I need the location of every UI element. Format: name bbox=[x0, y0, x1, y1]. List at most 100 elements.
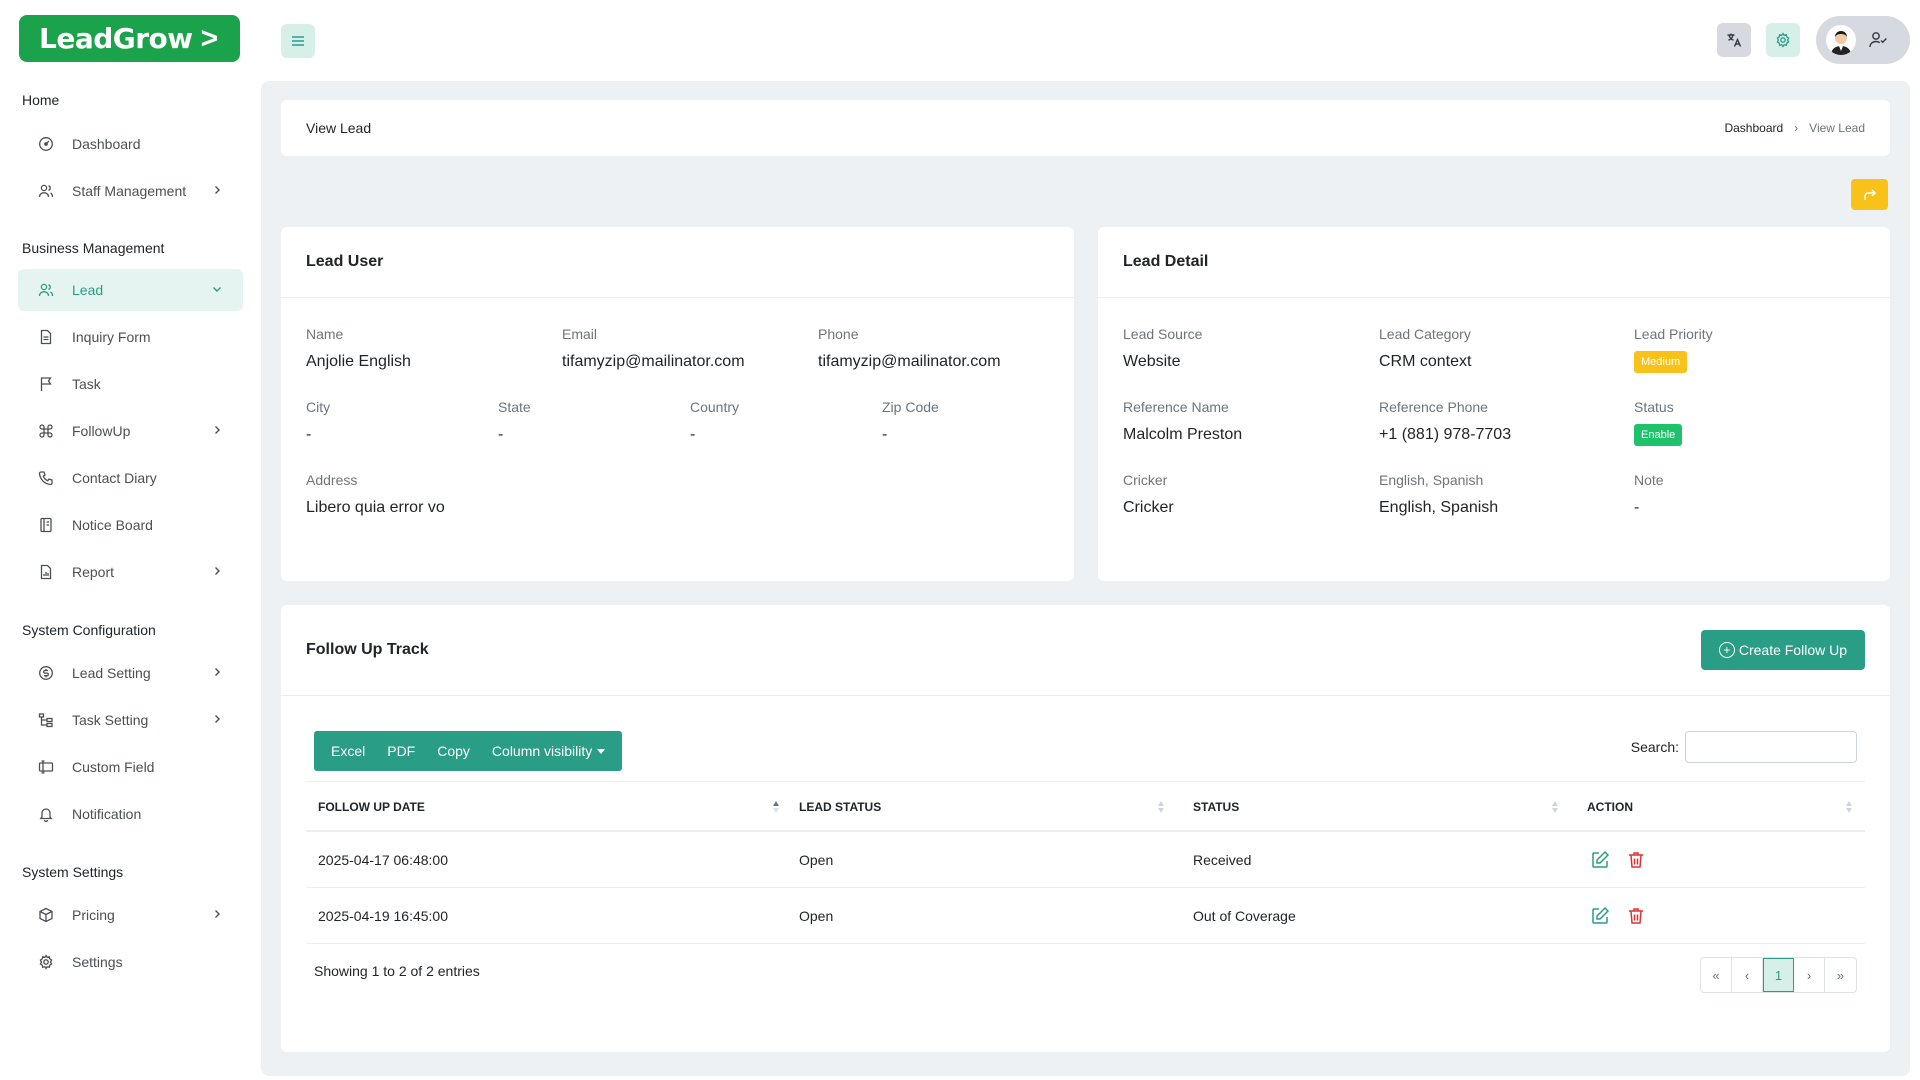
sidebar-item-label: Settings bbox=[72, 954, 123, 970]
sidebar-item-contact-diary[interactable]: Contact Diary bbox=[18, 457, 243, 499]
name-label: Name bbox=[306, 326, 344, 342]
create-follow-up-button[interactable]: + Create Follow Up bbox=[1700, 630, 1865, 670]
table-info: Showing 1 to 2 of 2 entries bbox=[314, 963, 480, 979]
excel-button[interactable]: Excel bbox=[320, 731, 376, 771]
breadcrumb-current: View Lead bbox=[1809, 121, 1865, 135]
breadcrumb-dashboard-link[interactable]: Dashboard bbox=[1724, 121, 1783, 135]
chevron-right-icon bbox=[215, 567, 220, 575]
sidebar-item-report[interactable]: Report bbox=[18, 551, 243, 593]
sidebar-item-task[interactable]: Task bbox=[18, 363, 243, 405]
follow-up-date-cell: 2025-04-19 16:45:00 bbox=[318, 908, 448, 924]
address-value: Libero quia error vo bbox=[306, 499, 445, 516]
column-header-follow-up-date[interactable]: FOLLOW UP DATE bbox=[318, 782, 425, 831]
note-value: - bbox=[1634, 499, 1640, 516]
card-title: Lead User bbox=[306, 253, 384, 270]
status-label: Status bbox=[1634, 399, 1674, 415]
plus-circle-icon: + bbox=[1718, 642, 1735, 658]
create-follow-up-label: Create Follow Up bbox=[1738, 642, 1847, 658]
section-system-settings: System Settings bbox=[22, 864, 124, 880]
sidebar-item-settings[interactable]: Settings bbox=[18, 941, 243, 983]
address-label: Address bbox=[306, 472, 358, 488]
user-menu[interactable] bbox=[1816, 16, 1910, 64]
hamburger-icon bbox=[292, 36, 304, 46]
brand-logo[interactable]: LeadGrow > bbox=[19, 15, 240, 62]
export-button-group: Excel PDF Copy Column visibility bbox=[314, 731, 623, 771]
sidebar-item-label: Staff Management bbox=[72, 183, 187, 199]
avatar bbox=[1826, 25, 1856, 55]
column-header-status[interactable]: STATUS bbox=[1193, 782, 1239, 831]
page-number-button[interactable]: 1 bbox=[1763, 958, 1794, 992]
share-back-button[interactable] bbox=[1851, 179, 1888, 210]
cricker-value: Cricker bbox=[1123, 499, 1174, 516]
sidebar-item-dashboard[interactable]: Dashboard bbox=[18, 123, 243, 165]
sidebar-item-label: Report bbox=[72, 564, 115, 580]
command-icon bbox=[38, 423, 54, 439]
divider bbox=[281, 695, 1890, 696]
trash-icon[interactable] bbox=[1626, 850, 1646, 870]
pdf-button[interactable]: PDF bbox=[376, 731, 426, 771]
search-input[interactable] bbox=[1685, 731, 1857, 763]
divider bbox=[281, 297, 1074, 298]
report-icon bbox=[38, 564, 54, 580]
sidebar-item-label: Pricing bbox=[72, 907, 115, 923]
sidebar-item-label: Task Setting bbox=[72, 712, 149, 728]
breadcrumb: Dashboard › View Lead bbox=[1724, 121, 1865, 135]
zip-code-value: - bbox=[882, 426, 888, 443]
divider bbox=[1098, 297, 1890, 298]
column-visibility-button[interactable]: Column visibility bbox=[481, 731, 616, 771]
chevron-right-icon bbox=[215, 910, 220, 918]
sidebar-item-task-setting[interactable]: Task Setting bbox=[18, 699, 243, 741]
sidebar-item-notice-board[interactable]: Notice Board bbox=[18, 504, 243, 546]
dashboard-icon bbox=[38, 136, 54, 152]
chevron-right-icon bbox=[215, 186, 220, 194]
column-header-action[interactable]: ACTION bbox=[1587, 782, 1633, 831]
trash-icon[interactable] bbox=[1626, 906, 1646, 926]
language-button[interactable] bbox=[1717, 23, 1751, 57]
sidebar-item-followup[interactable]: FollowUp bbox=[18, 410, 243, 452]
languages-label: English, Spanish bbox=[1379, 472, 1484, 488]
card-title: Lead Detail bbox=[1123, 253, 1209, 270]
sidebar-item-custom-field[interactable]: Custom Field bbox=[18, 746, 243, 788]
lead-category-value: CRM context bbox=[1379, 353, 1472, 370]
page-title: View Lead bbox=[306, 120, 372, 136]
edit-icon[interactable] bbox=[1590, 906, 1610, 926]
users-icon bbox=[38, 183, 54, 199]
menu-toggle-button[interactable] bbox=[281, 24, 315, 58]
sort-asc-icon bbox=[773, 801, 779, 813]
lead-priority-label: Lead Priority bbox=[1634, 326, 1713, 342]
state-value: - bbox=[498, 426, 504, 443]
section-system-configuration: System Configuration bbox=[22, 622, 156, 638]
country-value: - bbox=[690, 426, 696, 443]
cricker-label: Cricker bbox=[1123, 472, 1168, 488]
lead-source-label: Lead Source bbox=[1123, 326, 1203, 342]
sidebar-item-inquiry-form[interactable]: Inquiry Form bbox=[18, 316, 243, 358]
column-header-lead-status[interactable]: LEAD STATUS bbox=[799, 782, 881, 831]
sidebar-item-label: Dashboard bbox=[72, 136, 141, 152]
chevron-right-icon: › bbox=[1794, 121, 1799, 135]
page-next-button[interactable]: › bbox=[1794, 958, 1825, 992]
city-label: City bbox=[306, 399, 331, 415]
sidebar-item-notification[interactable]: Notification bbox=[18, 793, 243, 835]
country-label: Country bbox=[690, 399, 740, 415]
sidebar-item-lead[interactable]: Lead bbox=[18, 269, 243, 311]
follow-up-date-cell: 2025-04-17 06:48:00 bbox=[318, 852, 448, 868]
zip-code-label: Zip Code bbox=[882, 399, 939, 415]
sidebar: LeadGrow > Home Dashboard Staff Manageme… bbox=[0, 0, 260, 1080]
lead-source-value: Website bbox=[1123, 353, 1181, 370]
sidebar-item-staff-management[interactable]: Staff Management bbox=[18, 170, 243, 212]
sidebar-item-pricing[interactable]: Pricing bbox=[18, 894, 243, 936]
section-business-management: Business Management bbox=[22, 240, 165, 256]
notebook-icon bbox=[38, 517, 54, 533]
copy-button[interactable]: Copy bbox=[426, 731, 481, 771]
box-icon bbox=[38, 907, 54, 923]
settings-button[interactable] bbox=[1766, 23, 1800, 57]
table-search: Search: bbox=[1631, 731, 1857, 763]
sidebar-item-lead-setting[interactable]: Lead Setting bbox=[18, 652, 243, 694]
page-prev-button[interactable]: ‹ bbox=[1732, 958, 1763, 992]
reference-name-value: Malcolm Preston bbox=[1123, 426, 1243, 443]
page-first-button[interactable]: « bbox=[1701, 958, 1732, 992]
reference-name-label: Reference Name bbox=[1123, 399, 1229, 415]
languages-value: English, Spanish bbox=[1379, 499, 1499, 516]
edit-icon[interactable] bbox=[1590, 850, 1610, 870]
page-last-button[interactable]: » bbox=[1825, 958, 1856, 992]
